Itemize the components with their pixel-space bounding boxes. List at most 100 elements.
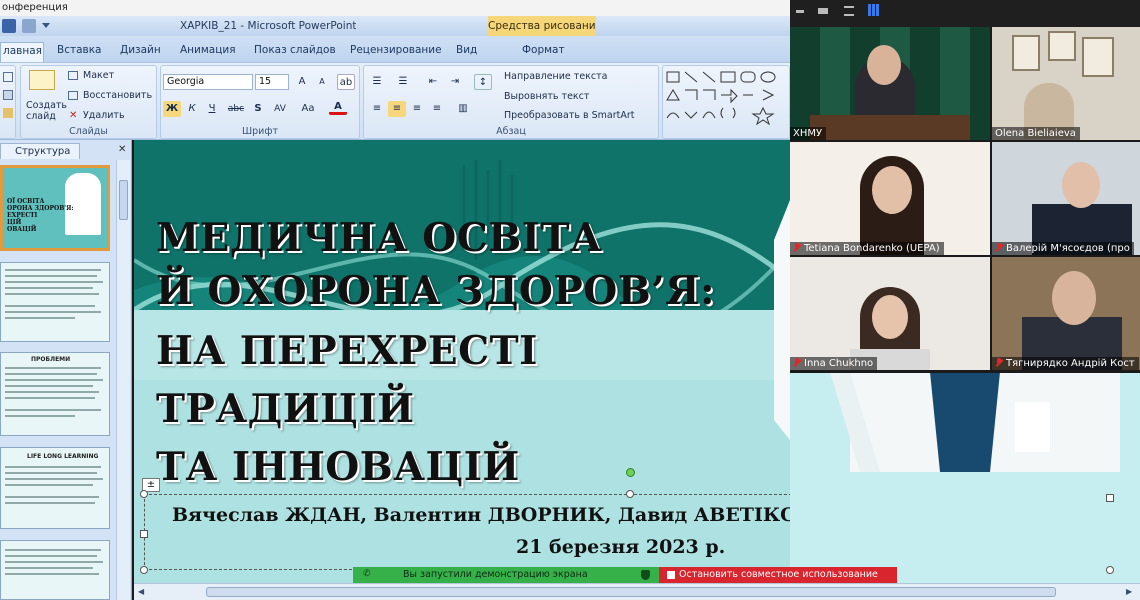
font-size-select[interactable]: 15 — [255, 74, 289, 90]
meeting-window-title: онференция — [0, 0, 790, 16]
thumb-4-title: LIFE LONG LEARNING — [27, 453, 99, 460]
reset-icon — [68, 91, 78, 100]
resize-handle-top-left[interactable] — [140, 490, 148, 498]
new-slide-button[interactable]: Создать слайд — [26, 100, 67, 122]
minimize-panel-icon[interactable] — [796, 10, 804, 13]
share-status: ✆ Вы запустили демонстрацию экрана — [353, 567, 659, 583]
tab-animation[interactable]: Анимация — [180, 42, 236, 62]
resize-handle-bottom-right[interactable] — [1106, 566, 1114, 574]
slide-thumbnail-2[interactable] — [0, 262, 110, 342]
grid-view-icon[interactable] — [868, 4, 880, 16]
font-family-select[interactable]: Georgia — [163, 74, 253, 90]
tab-review[interactable]: Рецензирование — [350, 42, 442, 62]
tab-slideshow[interactable]: Показ слайдов — [254, 42, 336, 62]
char-spacing-button[interactable]: AV — [269, 101, 291, 117]
tab-view[interactable]: Вид — [456, 42, 477, 62]
align-left-icon[interactable]: ≡ — [368, 101, 386, 117]
decrease-indent-icon[interactable]: ⇤ — [424, 74, 442, 90]
italic-button[interactable]: К — [183, 101, 201, 117]
resize-handle-bottom-left[interactable] — [140, 566, 148, 574]
clear-format-icon[interactable]: ab — [337, 74, 355, 90]
video-tile-3[interactable]: Tetiana Bondarenko (UEPA) — [790, 142, 990, 255]
video-tile-2[interactable]: Olena Bieliaieva — [992, 27, 1140, 140]
font-color-button[interactable]: A — [329, 99, 347, 115]
muted-mic-icon — [995, 243, 1003, 252]
shapes-icon[interactable] — [663, 68, 789, 128]
horizontal-scrollbar[interactable]: ◀ ▶ — [134, 583, 1140, 600]
gallery-view-icon[interactable] — [818, 8, 828, 14]
resize-handle-top[interactable] — [626, 490, 634, 498]
ppt-titlebar: ХАРКІВ_21 - Microsoft PowerPoint Средств… — [0, 16, 790, 36]
strikethrough-button[interactable]: abc — [225, 101, 247, 117]
speaker-view-icon[interactable] — [844, 6, 854, 16]
slide-canvas[interactable]: МЕДИЧНА ОСВІТА Й ОХОРОНА ЗДОРОВ’Я: НА ПЕ… — [134, 140, 790, 600]
font-group-label: Шрифт — [241, 126, 279, 137]
new-slide-icon[interactable] — [29, 70, 55, 90]
muted-mic-icon — [793, 358, 801, 367]
redo-icon[interactable] — [22, 19, 36, 33]
smartart-button[interactable]: Преобразовать в SmartArt — [504, 110, 634, 121]
increase-indent-icon[interactable]: ⇥ — [446, 74, 464, 90]
numbering-icon[interactable]: ☰ — [394, 74, 412, 90]
delete-button[interactable]: Удалить — [83, 110, 125, 121]
slide-authors: Вячеслав ЖДАН, Валентин ДВОРНИК, Давид А… — [172, 504, 790, 526]
reset-button[interactable]: Восстановить — [83, 90, 152, 101]
slide-title-line-3: НА ПЕРЕХРЕСТІ — [156, 328, 538, 374]
cut-icon[interactable] — [3, 72, 13, 82]
change-case-button[interactable]: Aa — [297, 101, 319, 117]
slide-thumbnail-1[interactable]: ОЇ ОСВІТА ОРОНА ЗДОРОВ'Я: ЕХРЕСТІ ЦІЙ ОВ… — [0, 165, 110, 251]
video-tile-6[interactable]: Тягнирядко Андрій Кост — [992, 257, 1140, 370]
slide-thumbnail-4[interactable]: LIFE LONG LEARNING — [0, 447, 110, 529]
slides-group: Создать слайд Макет Восстановить ✕ Удали… — [20, 65, 157, 139]
rotate-handle[interactable] — [626, 468, 635, 477]
shapes-gallery[interactable] — [662, 65, 790, 139]
scroll-right-icon[interactable]: ▶ — [1126, 587, 1132, 596]
undo-icon[interactable] — [2, 19, 16, 33]
align-text-button[interactable]: Выровнять текст — [504, 91, 589, 102]
qat-dropdown-icon[interactable] — [42, 23, 50, 29]
slide-title-line-5: ТА ІННОВАЦІЙ — [156, 444, 520, 490]
slide-thumbnail-3[interactable]: ПРОБЛЕМИ — [0, 352, 110, 436]
resize-handle-right[interactable] — [1106, 494, 1114, 502]
tab-format[interactable]: Формат — [522, 42, 565, 62]
copy-icon[interactable] — [3, 90, 13, 100]
layout-button[interactable]: Макет — [83, 70, 114, 81]
justify-icon[interactable]: ≡ — [428, 101, 446, 117]
text-direction-button[interactable]: Направление текста — [504, 71, 608, 82]
outline-scrollbar[interactable] — [116, 160, 130, 600]
format-painter-icon[interactable] — [3, 108, 13, 118]
muted-mic-icon — [793, 243, 801, 252]
video-tile-1[interactable]: ХНМУ — [790, 27, 990, 140]
video-tile-5[interactable]: Inna Chukhno — [790, 257, 990, 370]
participant-name: Тягнирядко Андрій Кост — [992, 357, 1139, 370]
shield-icon — [641, 570, 650, 580]
ppt-window-title: ХАРКІВ_21 - Microsoft PowerPoint — [180, 20, 357, 32]
resize-handle-left[interactable] — [140, 530, 148, 538]
stop-icon — [667, 571, 675, 579]
bullets-icon[interactable]: ☰ — [368, 74, 386, 90]
align-right-icon[interactable]: ≡ — [408, 101, 426, 117]
scroll-left-icon[interactable]: ◀ — [138, 587, 144, 596]
slides-group-label: Слайды — [69, 126, 108, 137]
stop-share-button[interactable]: Остановить совместное использование — [659, 567, 897, 583]
columns-icon[interactable]: ▥ — [454, 101, 472, 117]
slide-thumbnail-5[interactable] — [0, 540, 110, 600]
align-center-icon[interactable]: ≡ — [388, 101, 406, 117]
text-shadow-button[interactable]: S — [249, 101, 267, 117]
grow-font-icon[interactable]: A — [293, 74, 311, 90]
tab-design[interactable]: Дизайн — [120, 42, 161, 62]
underline-button[interactable]: Ч — [203, 101, 221, 117]
shrink-font-icon[interactable]: A — [313, 74, 331, 90]
bold-button[interactable]: Ж — [163, 101, 181, 117]
video-tile-4[interactable]: Валерій М'ясоєдов (про — [992, 142, 1140, 255]
tab-outline[interactable]: Структура — [0, 143, 80, 159]
share-status-text: Вы запустили демонстрацию экрана — [403, 569, 588, 580]
slide-title-line-4: ТРАДИЦІЙ — [156, 386, 415, 432]
thumb-3-title: ПРОБЛЕМИ — [31, 356, 71, 363]
tab-insert[interactable]: Вставка — [57, 42, 102, 62]
close-pane-icon[interactable]: ✕ — [118, 144, 126, 155]
scroll-thumb[interactable] — [119, 180, 128, 220]
horizontal-scroll-thumb[interactable] — [206, 587, 1056, 597]
tab-home[interactable]: лавная — [0, 42, 44, 62]
line-spacing-icon[interactable]: ↕ — [474, 74, 492, 90]
